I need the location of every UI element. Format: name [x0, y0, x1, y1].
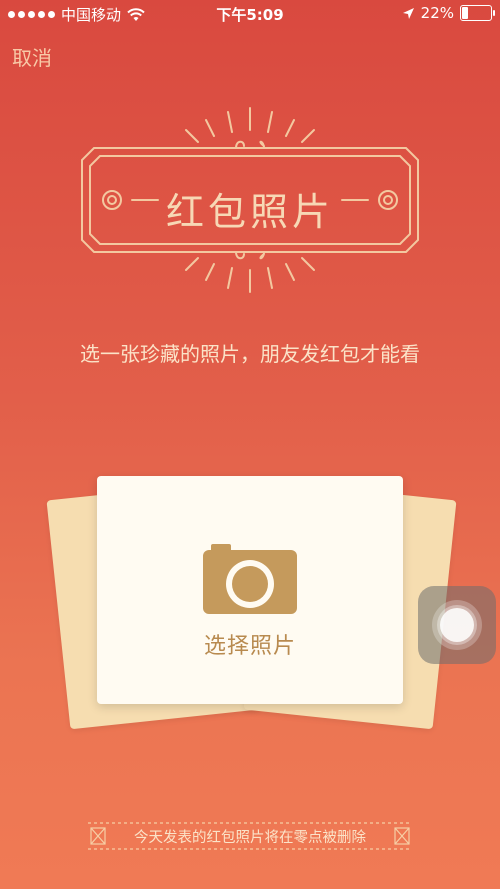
assistive-touch-icon[interactable]	[418, 586, 496, 664]
page-title: 红包照片	[165, 190, 334, 234]
footer-notice: 今天发表的红包照片将在零点被删除	[88, 822, 412, 850]
battery-icon	[460, 5, 495, 21]
assistive-ring-inner	[440, 608, 474, 642]
battery-fill	[462, 7, 468, 19]
instruction-text: 选一张珍藏的照片，朋友发红包才能看	[80, 342, 420, 366]
choose-photo-button[interactable]: 选择照片	[97, 476, 403, 704]
battery-percent: 22%	[420, 4, 454, 22]
choose-photo-label: 选择照片	[203, 634, 296, 659]
status-right: 22%	[402, 4, 495, 22]
cancel-button[interactable]: 取消	[12, 42, 52, 71]
location-arrow-icon	[402, 7, 414, 19]
notice-text: 今天发表的红包照片将在零点被删除	[134, 830, 366, 846]
red-packet-photo-screen: 中国移动 下午5:09 22% 取消 红包照片 选一张珍藏的照片，朋友发红包才能…	[0, 0, 500, 889]
status-bar: 中国移动 下午5:09 22%	[0, 0, 500, 28]
camera-icon	[203, 544, 297, 614]
